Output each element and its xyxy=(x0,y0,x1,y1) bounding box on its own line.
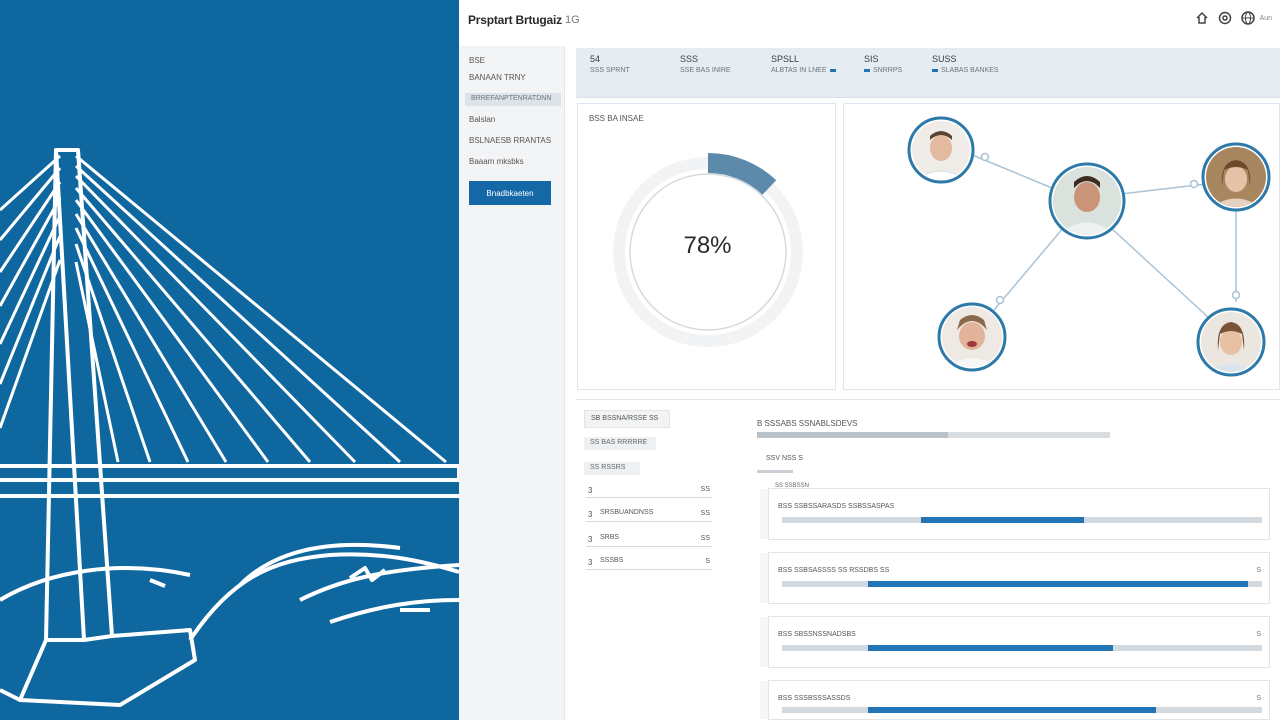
sidebar-action-button[interactable]: Bnadbkaeten xyxy=(469,181,551,205)
network-card xyxy=(843,103,1280,390)
sidebar-item-5[interactable]: BSLNAESB RRANTAS xyxy=(469,136,551,145)
progress-value: 78% xyxy=(683,232,732,259)
task-end-mark: S xyxy=(1256,631,1261,638)
list-header[interactable]: SB BSSNA/RSSE SS xyxy=(584,410,670,428)
task-progress-track xyxy=(782,517,1262,523)
stat-value: SUSS xyxy=(932,54,957,64)
stat-label: ALBTAS IN LNEE xyxy=(771,67,827,74)
task-progress-fill xyxy=(921,517,1085,523)
sidebar-item-2[interactable]: BANAAN TRNY xyxy=(469,73,526,82)
stat-value: SSS xyxy=(680,54,699,64)
task-end-mark: S xyxy=(1256,567,1261,574)
stat-value: SPSLL xyxy=(771,54,800,64)
stat-value: SIS xyxy=(864,54,879,64)
list-row[interactable]: 3 SSSBS S xyxy=(586,556,712,570)
stat-label: SLABAS BANKES xyxy=(941,67,999,74)
stat-marker-icon xyxy=(932,69,938,72)
row-index: 3 xyxy=(588,558,593,567)
hero-illustration xyxy=(0,0,459,720)
tasks-title: B SSSABS SSNABLSDEVS xyxy=(757,419,858,428)
sidebar-item-6[interactable]: Baaam mksbks xyxy=(469,157,524,166)
row-end: SS xyxy=(700,486,710,493)
filter-chip-1[interactable]: SS BAS RRRRRE xyxy=(584,437,656,450)
row-label: SSSBS xyxy=(600,557,624,564)
row-label: SRBS xyxy=(600,534,620,541)
app-subtitle: 1G xyxy=(565,14,580,26)
stat-marker-icon xyxy=(864,69,870,72)
stat-4: SIS SNRRPS xyxy=(864,54,902,74)
filter-chip-2[interactable]: SS RSSRS xyxy=(584,462,640,475)
stats-strip: 54 SSS SPRNT SSS SSE BAS INIRE SPSLL ALB… xyxy=(576,48,1280,98)
task-progress-fill xyxy=(868,581,1248,587)
task-progress-track xyxy=(782,581,1262,587)
task-progress-track xyxy=(782,707,1262,713)
avatar-5[interactable] xyxy=(1196,307,1266,377)
stat-label: SSE BAS INIRE xyxy=(680,67,731,74)
avatar-2[interactable] xyxy=(1048,162,1126,240)
stat-label: SSS SPRNT xyxy=(590,67,630,74)
task-card[interactable]: BSS SSBSSARASDS SSBSSASPAS xyxy=(760,488,1270,540)
network-graph xyxy=(907,116,1271,377)
task-label: BSS SSSBSSSASSDS xyxy=(778,695,851,702)
stat-3: SPSLL ALBTAS IN LNEE xyxy=(771,54,836,74)
tasks-subheading: SSV NSS S xyxy=(766,455,803,462)
row-end: SS xyxy=(700,510,710,517)
task-progress-fill xyxy=(868,645,1114,651)
task-end-mark: S xyxy=(1256,695,1261,702)
tasks-tab-underline xyxy=(757,470,793,473)
task-label: BSS SBSSNSSNADSBS xyxy=(778,631,856,638)
sidebar-item-1[interactable]: BSE xyxy=(469,56,485,65)
list-panel: SB BSSNA/RSSE SS SS BAS RRRRRE SS RSSRS … xyxy=(580,405,720,605)
sidebar: BSE BANAAN TRNY BRREFANPTENRATDNN Balsla… xyxy=(459,46,565,720)
settings-icon[interactable] xyxy=(1217,10,1233,26)
stat-2: SSS SSE BAS INIRE xyxy=(680,54,731,74)
stat-1: 54 SSS SPRNT xyxy=(590,54,630,74)
list-row[interactable]: 3 SRBS SS xyxy=(586,533,712,547)
task-card[interactable]: BSS SSSBSSSASSDS S xyxy=(760,680,1270,720)
row-label: SRSBUANDNSS xyxy=(600,509,654,516)
task-card[interactable]: BSS SSBSASSSS SS RSSDBS SS S xyxy=(760,552,1270,604)
home-icon[interactable] xyxy=(1194,10,1210,26)
stat-label: SNRRPS xyxy=(873,67,903,74)
task-progress-fill xyxy=(868,707,1157,713)
task-label: BSS SSBSASSSS SS RSSDBS SS xyxy=(778,567,890,574)
app-title: Prsptart Brtugaiz xyxy=(468,13,562,27)
row-index: 3 xyxy=(588,510,593,519)
overall-progress-bar xyxy=(757,432,1110,438)
task-card[interactable]: BSS SBSSNSSNADSBS S xyxy=(760,616,1270,668)
user-menu[interactable]: Aun xyxy=(1260,15,1272,22)
list-row[interactable]: 3 SS xyxy=(586,484,712,498)
section-divider xyxy=(576,399,1280,400)
top-icons: Aun xyxy=(1194,10,1272,26)
stat-marker-icon xyxy=(829,69,836,72)
row-index: 3 xyxy=(588,535,593,544)
stat-5: SUSS SLABAS BANKES xyxy=(932,54,999,74)
globe-icon[interactable] xyxy=(1240,10,1256,26)
progress-title: BSS BA INSAE xyxy=(589,114,644,123)
overall-progress-fill xyxy=(757,432,948,438)
avatar-1[interactable] xyxy=(907,116,975,184)
row-index: 3 xyxy=(588,486,593,495)
sidebar-item-3[interactable]: BRREFANPTENRATDNN xyxy=(465,93,561,106)
avatar-3[interactable] xyxy=(1201,142,1271,212)
stat-value: 54 xyxy=(590,54,601,64)
sidebar-item-4[interactable]: Balslan xyxy=(469,115,495,124)
progress-card: BSS BA INSAE 78% xyxy=(577,103,836,390)
avatar-4[interactable] xyxy=(937,302,1007,372)
list-row[interactable]: 3 SRSBUANDNSS SS xyxy=(586,508,712,522)
row-end: S xyxy=(705,558,710,565)
bridge-illustration-icon xyxy=(0,148,459,707)
top-bar: Prsptart Brtugaiz 1G Aun xyxy=(459,0,1280,46)
task-label: BSS SSBSSARASDS SSBSSASPAS xyxy=(778,503,895,510)
app-window: Prsptart Brtugaiz 1G Aun BSE BANAAN TRNY… xyxy=(0,0,1280,720)
task-progress-track xyxy=(782,645,1262,651)
row-end: SS xyxy=(700,535,710,542)
